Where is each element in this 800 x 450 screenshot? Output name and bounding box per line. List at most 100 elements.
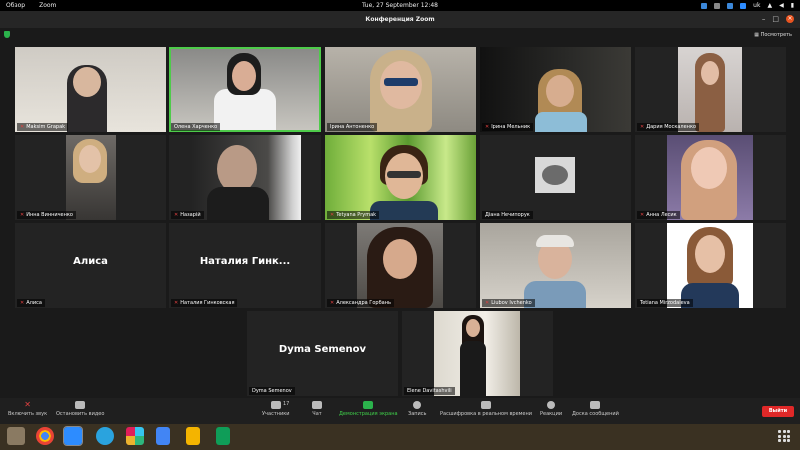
- participant-name: ✕ Tetyana Prymak: [327, 211, 380, 219]
- keyboard-layout[interactable]: uk: [753, 2, 760, 9]
- participant-name: ✕ Ірина Мельник: [482, 123, 534, 131]
- slides-icon[interactable]: [186, 427, 200, 445]
- minimize-icon[interactable]: –: [762, 15, 766, 23]
- muted-mic-icon: ✕: [20, 124, 25, 130]
- muted-microphone-icon: ✕: [24, 400, 31, 409]
- participant-avatar-name: Наталия Гинк...: [199, 256, 291, 267]
- participant-avatar-name: Dyma Semenov: [278, 344, 367, 355]
- muted-mic-icon: ✕: [174, 300, 179, 306]
- person-silhouette: [460, 341, 486, 396]
- participant-tile[interactable]: Elene Davitashvili: [402, 311, 553, 396]
- chat-button[interactable]: Чат: [312, 401, 322, 417]
- face: [546, 75, 574, 107]
- muted-mic-icon: ✕: [20, 300, 25, 306]
- battery-icon[interactable]: ▮: [791, 2, 794, 9]
- tray-settings-icon[interactable]: [714, 2, 721, 9]
- slack-icon[interactable]: [126, 427, 144, 445]
- participant-tile[interactable]: Наталия Гинк... ✕ Наталия Гинковская: [169, 223, 321, 308]
- telegram-icon[interactable]: [96, 427, 114, 445]
- participant-name: ✕ Дария Москаленко: [637, 123, 700, 131]
- participant-name: Олена Харченко: [171, 123, 221, 131]
- participant-tile[interactable]: ✕ Назарій: [169, 135, 321, 220]
- meeting-info-bar: ▦ Посмотреть: [0, 28, 800, 42]
- face: [695, 235, 725, 273]
- sheets-icon[interactable]: [216, 427, 230, 445]
- files-icon[interactable]: [7, 427, 25, 445]
- whiteboard-icon: [590, 401, 601, 409]
- participants-count: 17: [283, 401, 290, 407]
- tray-app-icon[interactable]: [701, 2, 708, 9]
- participant-avatar-name: Алиса: [73, 256, 108, 267]
- participant-tile[interactable]: ✕ Дария Москаленко: [635, 47, 786, 132]
- docs-icon[interactable]: [156, 427, 170, 445]
- participant-tile[interactable]: Діана Нечипорук: [480, 135, 631, 220]
- system-top-bar: Обзор Zoom Tue, 27 September 12:48 uk ▲ …: [0, 0, 800, 11]
- participant-tile[interactable]: Ірина Антоненко: [325, 47, 476, 132]
- person-silhouette: [214, 89, 276, 130]
- os-taskbar: [0, 424, 800, 450]
- participants-icon: [270, 401, 281, 409]
- face: [691, 147, 727, 189]
- share-screen-button[interactable]: Демонстрация экрана: [339, 401, 398, 417]
- reactions-button[interactable]: Реакции: [540, 401, 562, 417]
- live-transcript-button[interactable]: Расшифровка в реальном времени: [440, 401, 532, 417]
- face: [466, 319, 480, 337]
- participant-name: Ірина Антоненко: [327, 123, 378, 131]
- encryption-shield-icon[interactable]: [4, 31, 10, 38]
- participant-tile[interactable]: ✕ Александра Горбань: [325, 223, 476, 308]
- maximize-icon[interactable]: □: [772, 15, 779, 23]
- muted-mic-icon: ✕: [485, 124, 490, 130]
- meeting-controls-toolbar: ✕ Включить звук Остановить видео Участни…: [0, 398, 800, 424]
- glasses: [384, 78, 418, 86]
- participant-tile[interactable]: ✕ Liubov Ivchenko: [480, 223, 631, 308]
- chrome-icon[interactable]: [36, 427, 54, 445]
- share-screen-icon: [363, 401, 374, 409]
- muted-mic-icon: ✕: [330, 212, 335, 218]
- muted-mic-icon: ✕: [174, 212, 179, 218]
- participant-tile[interactable]: Tetiana Mirzodaieva: [635, 223, 786, 308]
- muted-mic-icon: ✕: [485, 300, 490, 306]
- unmute-button[interactable]: ✕ Включить звук: [8, 400, 47, 418]
- stop-video-button[interactable]: Остановить видео: [56, 401, 104, 417]
- participant-tile[interactable]: ✕ Maksim Grapak: [15, 47, 166, 132]
- clock[interactable]: Tue, 27 September 12:48: [0, 2, 800, 9]
- network-icon[interactable]: ▲: [767, 2, 772, 9]
- profile-picture-art: [542, 165, 568, 185]
- participant-name: Діана Нечипорук: [482, 211, 533, 219]
- window-title: Конференция Zoom: [365, 16, 435, 23]
- close-icon[interactable]: ×: [786, 15, 794, 23]
- participant-tile[interactable]: ✕ Анна Лесик: [635, 135, 786, 220]
- record-icon: [413, 401, 422, 409]
- participant-tile[interactable]: ✕ Ірина Мельник: [480, 47, 631, 132]
- leave-meeting-button[interactable]: Выйти: [762, 406, 794, 417]
- participant-tile[interactable]: ✕ Tetyana Prymak: [325, 135, 476, 220]
- view-button[interactable]: ▦ Посмотреть: [754, 32, 792, 38]
- tray-zoom-icon[interactable]: [740, 2, 747, 9]
- participant-tile-active-speaker[interactable]: Олена Харченко: [169, 47, 321, 132]
- participant-name: Elene Davitashvili: [404, 387, 455, 395]
- app-grid-icon[interactable]: [778, 430, 790, 442]
- tray-telegram-icon[interactable]: [727, 2, 734, 9]
- participant-name: ✕ Алиса: [17, 299, 45, 307]
- muted-mic-icon: ✕: [330, 300, 335, 306]
- zoom-icon[interactable]: [63, 426, 83, 446]
- shirt: [370, 201, 438, 220]
- volume-icon[interactable]: ◀: [779, 2, 784, 9]
- participant-tile[interactable]: Dyma Semenov Dyma Semenov: [247, 311, 398, 396]
- face: [232, 61, 256, 91]
- face: [383, 239, 417, 279]
- participant-name: ✕ Анна Лесик: [637, 211, 680, 219]
- face: [217, 145, 257, 193]
- participant-name: Dyma Semenov: [249, 387, 295, 395]
- window-title-bar[interactable]: Конференция Zoom – □ ×: [0, 11, 800, 28]
- muted-mic-icon: ✕: [20, 212, 25, 218]
- face: [79, 145, 101, 173]
- face: [701, 61, 719, 85]
- participant-tile[interactable]: Алиса ✕ Алиса: [15, 223, 166, 308]
- participant-name: ✕ Назарій: [171, 211, 204, 219]
- whiteboard-button[interactable]: Доска сообщений: [572, 401, 619, 417]
- participant-tile[interactable]: ✕ Инна Винниченко: [15, 135, 166, 220]
- chat-icon: [312, 401, 322, 409]
- record-button[interactable]: Запись: [408, 401, 426, 417]
- participant-name: ✕ Liubov Ivchenko: [482, 299, 535, 307]
